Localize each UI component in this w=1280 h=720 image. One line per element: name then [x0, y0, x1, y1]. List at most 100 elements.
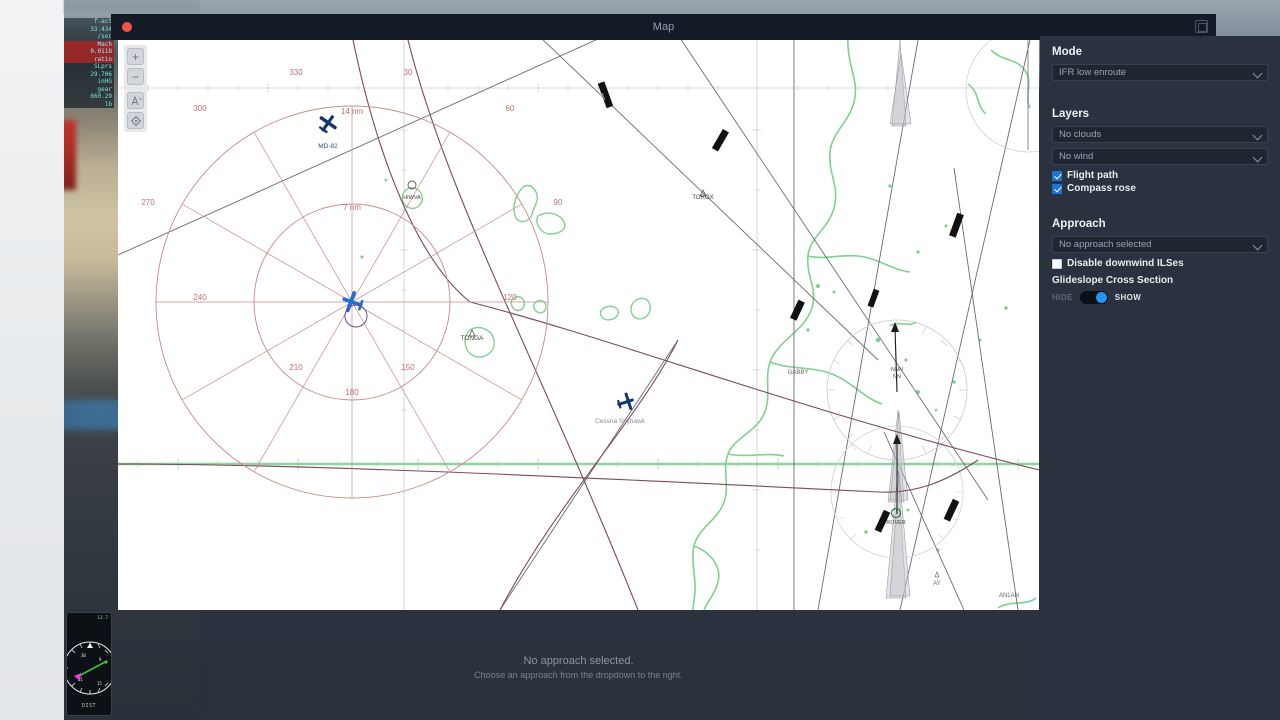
- telemetry-hud: f-act33.434/secf-s28.0/uMach0.0118ratioS…: [64, 18, 114, 124]
- toggle-knob: [1095, 292, 1107, 303]
- hsi-course-needle: [76, 660, 108, 678]
- glideslope-heading: Glideslope Cross Section: [1052, 275, 1174, 286]
- svg-text:240: 240: [193, 293, 207, 302]
- north-up-icon[interactable]: N: [127, 92, 144, 109]
- svg-text:N: N: [139, 96, 142, 101]
- svg-text:180: 180: [345, 388, 359, 397]
- compass-rose-label: Compass rose: [1067, 183, 1136, 194]
- svg-text:AY: AY: [933, 581, 941, 587]
- approach-heading: Approach: [1052, 218, 1106, 230]
- waypoint-nnn: NNN NN: [891, 367, 903, 380]
- compass-rose-checkbox[interactable]: [1052, 183, 1062, 194]
- clouds-select-value: No clouds: [1059, 129, 1102, 140]
- app-root: f-act33.434/secf-s28.0/uMach0.0118ratioS…: [0, 0, 1280, 720]
- svg-text:210: 210: [289, 363, 303, 372]
- island-shapes: [401, 184, 651, 358]
- aircraft-cessna: [617, 392, 634, 410]
- approach-status: No approach selected. Choose an approach…: [118, 655, 1039, 680]
- svg-text:NN: NN: [893, 374, 901, 380]
- flight-path-checkbox[interactable]: [1052, 170, 1062, 181]
- svg-text:HIWVA: HIWVA: [403, 195, 421, 201]
- telemetry-lbl: gear: [97, 85, 112, 93]
- telemetry-unit: ratio: [93, 55, 112, 63]
- telemetry-cell: f-act 33.434/sec: [64, 18, 114, 41]
- chevron-down-icon: [1252, 152, 1263, 163]
- telemetry-unit: inHG: [97, 78, 112, 85]
- waypoint-ay: AY: [933, 571, 941, 587]
- wind-select-value: No wind: [1059, 151, 1094, 162]
- hsi-compass-card: 30 9 15 21: [67, 641, 111, 695]
- map-canvas[interactable]: BAY 330 30 300 60 270 90 240 120 210 150…: [118, 40, 1039, 610]
- center-on-aircraft-icon[interactable]: [127, 112, 144, 129]
- ils-cone-layer: [885, 40, 912, 599]
- telemetry-val: 660.29: [90, 93, 112, 100]
- telemetry-val: 29.706: [90, 70, 112, 78]
- svg-text:9: 9: [99, 657, 102, 662]
- coastline-layer: [691, 40, 1037, 610]
- zoom-in-button[interactable]: +: [127, 48, 144, 65]
- svg-text:GABBY: GABBY: [788, 370, 809, 376]
- svg-text:270: 270: [141, 198, 155, 207]
- aircraft-md82: [318, 115, 337, 134]
- telemetry-cell: SLprs 29.706 inHG: [64, 63, 114, 86]
- telemetry-val: 33.434: [90, 25, 112, 33]
- disable-ils-checkbox-row[interactable]: Disable downwind ILSes: [1052, 258, 1268, 269]
- telemetry-row: f-act33.434/secf-s28.0/u: [64, 18, 114, 41]
- island-dots: [360, 178, 1008, 552]
- telemetry-unit: /sec: [97, 33, 112, 40]
- aircraft-label-md82: MD-82: [318, 143, 338, 150]
- clouds-select[interactable]: No clouds: [1052, 126, 1268, 143]
- glideslope-toggle[interactable]: [1079, 291, 1108, 304]
- waypoint-anlan: ANLAN: [999, 593, 1019, 599]
- waypoint-torox: TOROX: [692, 189, 714, 201]
- status-line-2: Choose an approach from the dropdown to …: [474, 670, 683, 680]
- hsi-instrument[interactable]: 30 9 15 21 13.7 DIST: [66, 612, 112, 716]
- svg-text:150: 150: [401, 363, 415, 372]
- toggle-hide-label: HIDE: [1052, 293, 1073, 302]
- waypoint-gabby: GABBY: [788, 370, 809, 376]
- toggle-show-label: SHOW: [1114, 293, 1142, 302]
- layers-heading: Layers: [1052, 108, 1090, 120]
- map-svg: BAY 330 30 300 60 270 90 240 120 210 150…: [118, 40, 1039, 610]
- flight-path-checkbox-row[interactable]: Flight path: [1052, 170, 1268, 181]
- mode-select-value: IFR low enroute: [1059, 67, 1127, 78]
- chevron-down-icon: [1252, 130, 1263, 141]
- telemetry-row: Mach 0.0118 ratio: [64, 40, 114, 64]
- approach-select-value: No approach selected: [1059, 239, 1152, 250]
- telemetry-lbl: f-act: [93, 18, 112, 25]
- svg-text:60: 60: [506, 104, 515, 113]
- sim-background-strip: [0, 0, 64, 720]
- glideslope-toggle-row[interactable]: HIDE SHOW: [1052, 291, 1268, 304]
- svg-text:330: 330: [289, 68, 303, 77]
- telemetry-lbl: Mach: [97, 40, 112, 48]
- mode-select[interactable]: IFR low enroute: [1052, 64, 1268, 81]
- svg-text:NNN: NNN: [891, 367, 903, 373]
- telemetry-val: 0.0118: [90, 48, 112, 55]
- zoom-out-button[interactable]: −: [127, 68, 144, 85]
- telemetry-cell: gear 660.29 lb: [64, 86, 114, 109]
- svg-text:ROVER: ROVER: [886, 520, 906, 526]
- telemetry-unit: lb: [104, 100, 112, 108]
- telemetry-lbl: SLprs: [93, 63, 112, 70]
- disable-ils-label: Disable downwind ILSes: [1067, 258, 1184, 269]
- svg-text:TONGA: TONGA: [461, 335, 485, 342]
- disable-ils-checkbox[interactable]: [1052, 258, 1062, 269]
- wind-select[interactable]: No wind: [1052, 148, 1268, 165]
- telemetry-row: SLprs29.706inHGSLtm29.1deg: [64, 63, 114, 86]
- telemetry-cell: Mach 0.0118 ratio: [64, 41, 114, 64]
- restore-window-icon[interactable]: [1195, 20, 1208, 33]
- aircraft-label-cessna: Cessna Skyhawk: [595, 418, 646, 425]
- svg-text:14 nm: 14 nm: [341, 107, 364, 116]
- svg-text:15: 15: [97, 681, 102, 686]
- compass-rose-checkbox-row[interactable]: Compass rose: [1052, 183, 1268, 194]
- chevron-down-icon: [1252, 240, 1263, 251]
- hsi-distance-value: 13.7: [97, 616, 108, 621]
- sim-background-bar: [64, 0, 200, 14]
- mode-heading: Mode: [1052, 46, 1083, 58]
- svg-text:TOROX: TOROX: [692, 195, 713, 201]
- svg-text:7 nm: 7 nm: [343, 203, 361, 212]
- svg-text:30: 30: [404, 68, 413, 77]
- svg-text:30: 30: [81, 653, 86, 658]
- approach-select[interactable]: No approach selected: [1052, 236, 1268, 253]
- compass-rose: 330 30 300 60 270 90 240 120 210 150 180…: [141, 68, 563, 499]
